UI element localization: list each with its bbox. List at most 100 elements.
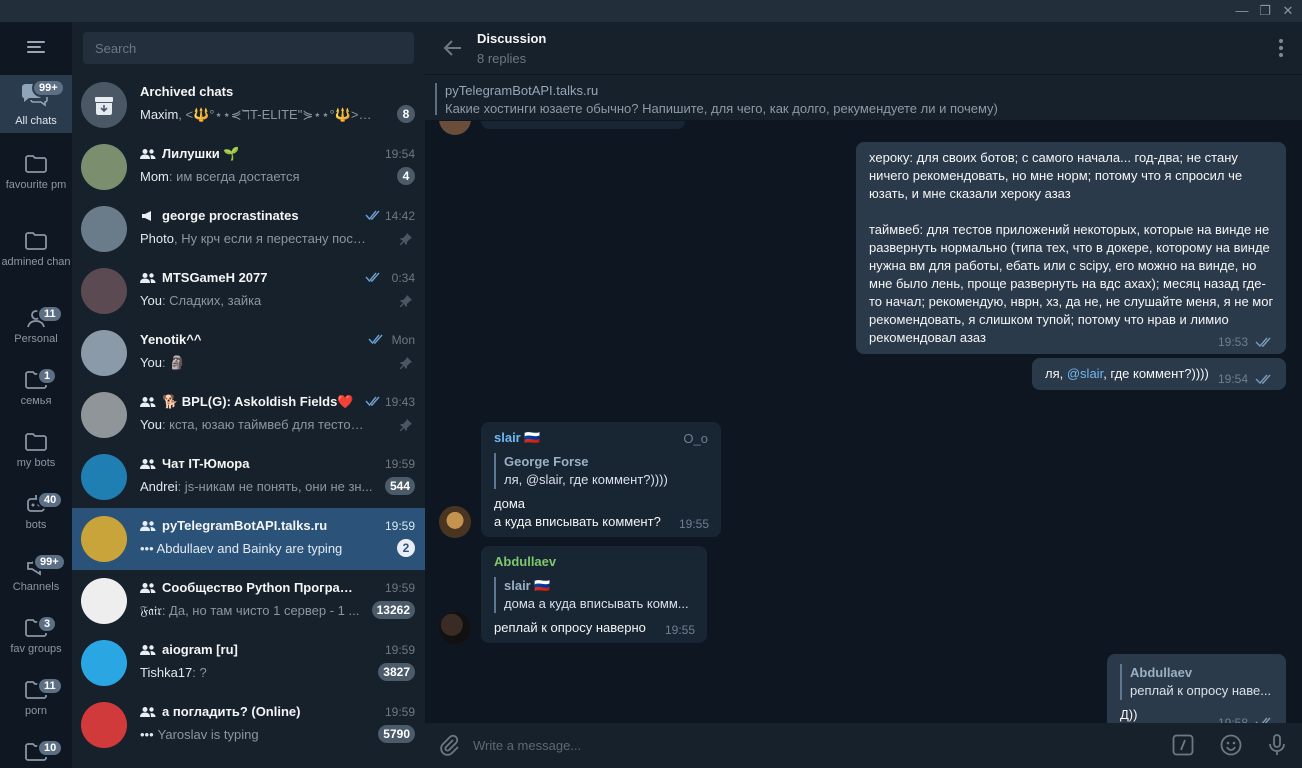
message-author[interactable]: Abdullaev [494, 553, 556, 571]
chat-preview: Maxim, <🔱°⋆⋆⋞ℸT-ELITE"⋟⋆⋆°🔱>⋆⋆⋞ [140, 107, 376, 123]
folder-family[interactable]: 1 семья [0, 362, 72, 424]
folder-label: bots [25, 519, 47, 531]
message-time: 19:53 [1217, 335, 1248, 349]
message-time: 19:58 [1217, 716, 1248, 723]
reply-quote[interactable]: George Forse ля, @slair, где коммент?)))… [494, 453, 684, 489]
pinned-text: Какие хостинги юзаете обычно? Напишите, … [445, 101, 998, 116]
reply-quote[interactable]: slair 🇷🇺 дома а куда вписывать комм... [494, 577, 694, 613]
avatar[interactable] [439, 612, 471, 644]
archive-icon [81, 82, 127, 128]
folder-fav-groups[interactable]: 3 fav groups [0, 610, 72, 672]
avatar [439, 121, 471, 135]
preview-text: Abdullaev and Bainky are typing [153, 541, 343, 556]
close-icon[interactable]: ✕ [1280, 3, 1296, 19]
avatar [81, 330, 127, 376]
folder-label: my bots [16, 457, 56, 469]
group-icon [140, 459, 156, 469]
preview-text: : кста, юзаю таймвеб для тестов. За... [161, 417, 370, 432]
preview-sender: Andrei [140, 479, 178, 494]
folder-label: porn [24, 705, 48, 717]
chat-title: Discussion [477, 31, 547, 46]
message-area: хероку: для своих ботов; с самого начала… [425, 121, 1302, 723]
group-icon [140, 273, 156, 283]
avatar [81, 516, 127, 562]
folder-label: favourite pm [5, 179, 67, 191]
unread-badge: 3827 [378, 663, 415, 681]
pinned-message-bar[interactable]: pyTelegramBotAPI.talks.ru Какие хостинги… [425, 74, 1302, 120]
preview-sender: Maxim [140, 107, 179, 122]
chat-list-item[interactable]: а погладить? (Online) 19:59 ••• Yaroslav is… [72, 694, 425, 756]
double-check-icon [365, 396, 380, 407]
search-input[interactable] [83, 32, 414, 64]
message-time: 19:55 [678, 517, 709, 531]
folder-icon [25, 232, 47, 250]
back-arrow-icon[interactable] [441, 36, 465, 60]
chat-time: 19:59 [384, 519, 415, 533]
more-vertical-icon[interactable] [1278, 38, 1284, 58]
folder-all-chats[interactable]: 99+ All chats [0, 75, 72, 133]
chat-list-item[interactable]: Yenotik^^ Mon You: 🗿 [72, 322, 425, 384]
chat-preview: Tishka17: ? [140, 665, 360, 681]
chat-time: Mon [391, 333, 415, 347]
folder-unread-badge: 99+ [33, 553, 66, 571]
mention-link[interactable]: @slair [1067, 366, 1103, 381]
microphone-icon[interactable] [1265, 733, 1289, 757]
message-bubble-outgoing[interactable]: ля, @slair, где коммент?)))) 19:54 [1032, 358, 1286, 390]
preview-sender: Mom [140, 169, 169, 184]
chat-list-item[interactable]: MTSGameH 2077 0:34 You: Сладких, зайка [72, 260, 425, 322]
message-bubble-incoming[interactable]: slair 🇷🇺 O_o George Forse ля, @slair, гд… [481, 422, 721, 537]
message-text: хероку: для своих ботов; с самого начала… [869, 150, 1274, 345]
bot-commands-icon[interactable] [1172, 734, 1194, 756]
double-check-icon [1255, 717, 1271, 723]
avatar [81, 206, 127, 252]
restore-icon[interactable]: ❐ [1257, 3, 1273, 19]
folder-personal[interactable]: 11 Personal [0, 300, 72, 362]
chat-list-item[interactable]: aiogram [ru] 19:59 Tishka17: ? 3827 [72, 632, 425, 694]
avatar[interactable] [439, 506, 471, 538]
chat-title-text: aiogram [ru] [162, 642, 238, 657]
message-bubble-incoming[interactable]: Abdullaev slair 🇷🇺 дома а куда вписывать… [481, 546, 707, 643]
chat-list-item[interactable]: george procrastinates 14:42 Photo, Ну крч … [72, 198, 425, 260]
message-input[interactable] [473, 731, 1093, 759]
folder-bots[interactable]: 40 bots [0, 486, 72, 548]
reply-author: slair 🇷🇺 [504, 578, 551, 593]
preview-sender: You [140, 293, 162, 308]
folder-more[interactable]: 10 [0, 734, 72, 768]
chat-list-item[interactable]: Лилушки 🌱 19:54 Mom: им всегда достается 4 [72, 136, 425, 198]
message-text: Д)) [1120, 707, 1138, 722]
message-text: дома а куда вписывать коммент? [494, 496, 661, 529]
pinned-title: pyTelegramBotAPI.talks.ru [445, 83, 599, 98]
paperclip-icon[interactable] [437, 733, 461, 757]
preview-sender: You [140, 417, 162, 432]
reply-quote[interactable]: Abdullaev реплай к опросу наве... [1120, 664, 1276, 700]
folder-label: семья [20, 395, 52, 407]
chat-list-item[interactable]: Чат IT-Юмора 19:59 Andrei: js-никам не пон… [72, 446, 425, 508]
avatar [81, 702, 127, 748]
chat-title: pyTelegramBotAPI.talks.ru [140, 518, 355, 534]
archived-chats-row[interactable]: Archived chats Maxim, <🔱°⋆⋆⋞ℸT-ELITE"⋟⋆⋆°… [72, 74, 425, 136]
chat-list-item[interactable]: Сообщество Python Программ... 19:59 𝔉𝔞𝔦𝔯: … [72, 570, 425, 632]
chat-list-item[interactable]: 🐕 BPL(G): Askoldish Fields❤️ 19:43 You: кс… [72, 384, 425, 446]
chat-list-item[interactable]: pyTelegramBotAPI.talks.ru 19:59 ••• Abdull… [72, 508, 425, 570]
chat-title-text: Лилушки 🌱 [162, 146, 240, 161]
message-author[interactable]: slair 🇷🇺 [494, 429, 541, 447]
folder-unread-badge: 1 [37, 367, 58, 385]
folder-unread-badge: 11 [37, 305, 63, 323]
folder-channels[interactable]: 99+ Channels [0, 548, 72, 610]
folder-admined-chan[interactable]: admined chan [0, 223, 72, 285]
minimize-icon[interactable]: — [1234, 3, 1250, 19]
folder-my-bots[interactable]: my bots [0, 424, 72, 486]
message-bubble-outgoing[interactable]: хероку: для своих ботов; с самого начала… [856, 142, 1286, 354]
message-bubble-outgoing[interactable]: Abdullaev реплай к опросу наве... Д)) 19… [1107, 654, 1286, 723]
chat-title: а погладить? (Online) [140, 704, 355, 720]
folder-favourite-pm[interactable]: favourite pm [0, 146, 72, 208]
preview-text: : Сладких, зайка [161, 293, 262, 308]
main-menu-button[interactable] [0, 22, 72, 74]
group-icon [140, 149, 156, 159]
emoji-icon[interactable] [1219, 733, 1243, 757]
chat-preview: Mom: им всегда достается [140, 169, 376, 185]
pin-icon [400, 419, 412, 431]
folder-unread-badge: 11 [37, 677, 63, 695]
avatar [81, 640, 127, 686]
folder-porn[interactable]: 11 porn [0, 672, 72, 734]
